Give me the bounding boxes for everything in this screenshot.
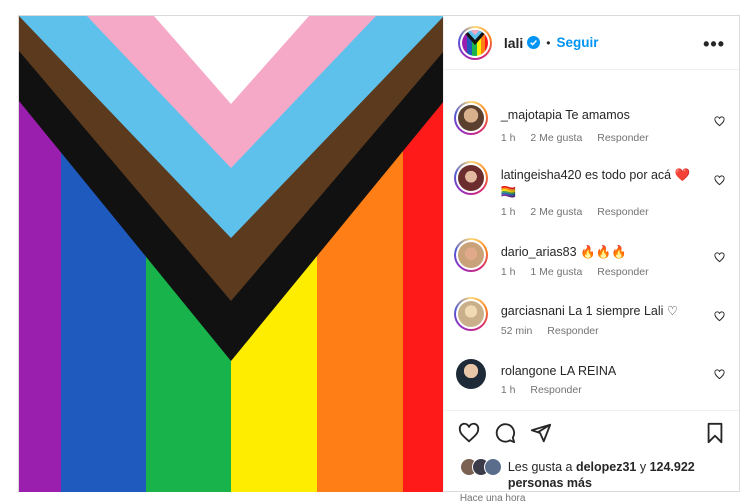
comment-username[interactable]: dario_arias83 xyxy=(501,245,577,259)
comment-username[interactable]: latingeisha420 xyxy=(501,168,582,182)
heart-icon[interactable] xyxy=(714,369,725,380)
comment-text: rolangone LA REINA xyxy=(501,363,703,380)
rainbow-avatar-icon xyxy=(461,29,488,56)
likes-text: Les gusta a delopez31 y 124.922 personas… xyxy=(508,459,718,491)
comment-likes[interactable]: 1 Me gusta xyxy=(530,266,582,278)
heart-icon[interactable] xyxy=(458,422,480,444)
likes-count[interactable]: 124.922 xyxy=(650,460,695,474)
comment-icon[interactable] xyxy=(494,422,516,444)
comment-text: _majotapia Te amamos xyxy=(501,107,703,124)
more-icon[interactable]: ••• xyxy=(703,34,725,55)
share-icon[interactable] xyxy=(530,422,552,444)
likes-middle: y xyxy=(636,460,650,474)
separator-dot: • xyxy=(546,35,551,50)
comment-meta: 1 h 2 Me gusta Responder xyxy=(501,132,661,144)
comment-time: 1 h xyxy=(500,384,516,396)
post-header: lali • Seguir ••• xyxy=(443,16,739,70)
likes-suffix[interactable]: personas más xyxy=(508,476,592,490)
liker-avatars[interactable] xyxy=(459,458,508,476)
action-bar xyxy=(443,410,739,456)
likes-prefix: Les gusta a xyxy=(507,460,576,474)
comment-time: 52 min xyxy=(500,325,533,337)
reply-button[interactable]: Responder xyxy=(597,266,648,278)
author-avatar[interactable] xyxy=(457,25,492,60)
comment-username[interactable]: rolangone xyxy=(501,364,557,378)
comment-time: 1 h xyxy=(500,266,516,278)
commenter-avatar[interactable] xyxy=(453,161,488,195)
bookmark-icon[interactable] xyxy=(704,422,726,444)
comment-body: La 1 siempre Lali ♡ xyxy=(568,304,679,318)
comment-meta: 1 h 1 Me gusta Responder xyxy=(501,266,661,278)
follow-button[interactable]: Seguir xyxy=(557,35,599,50)
post-image[interactable] xyxy=(19,16,443,492)
commenter-avatar[interactable] xyxy=(453,238,488,272)
heart-icon[interactable] xyxy=(714,311,725,322)
post-card: lali • Seguir ••• _majotapia Te amamos 1… xyxy=(18,15,740,504)
liker-avatar xyxy=(483,458,502,476)
comment-time: 1 h xyxy=(500,206,516,218)
commenter-avatar[interactable] xyxy=(453,297,488,331)
verified-icon xyxy=(527,36,541,49)
heart-icon[interactable] xyxy=(714,252,725,263)
comment-meta: 1 h Responder xyxy=(501,384,594,396)
comment-meta: 52 min Responder xyxy=(501,325,611,337)
comment-body: Te amamos xyxy=(565,108,630,122)
reply-button[interactable]: Responder xyxy=(597,132,648,144)
progress-pride-flag xyxy=(19,16,443,492)
comment-body: LA REINA xyxy=(559,364,617,378)
comment-text: garciasnani La 1 siempre Lali ♡ xyxy=(501,303,703,320)
comment-likes[interactable]: 2 Me gusta xyxy=(530,206,582,218)
comment-text: latingeisha420 es todo por acá ❤️ 🏳️‍🌈 xyxy=(501,167,703,201)
comment-username[interactable]: _majotapia xyxy=(501,108,562,122)
comment-meta: 1 h 2 Me gusta Responder xyxy=(501,206,661,218)
comment-likes[interactable]: 2 Me gusta xyxy=(530,132,582,144)
commenter-avatar[interactable] xyxy=(453,101,488,135)
reply-button[interactable]: Responder xyxy=(597,206,648,218)
comment-text: dario_arias83 🔥🔥🔥 xyxy=(501,244,703,261)
author-username[interactable]: lali xyxy=(504,35,523,51)
post-timestamp: Hace una hora xyxy=(459,493,526,504)
post-side-panel: lali • Seguir ••• _majotapia Te amamos 1… xyxy=(442,16,739,504)
comment-body: 🔥🔥🔥 xyxy=(580,245,627,259)
likes-user[interactable]: delopez31 xyxy=(576,460,636,474)
comment-username[interactable]: garciasnani xyxy=(501,304,565,318)
reply-button[interactable]: Responder xyxy=(530,384,581,396)
comment-time: 1 h xyxy=(500,132,516,144)
heart-icon[interactable] xyxy=(714,116,725,127)
heart-icon[interactable] xyxy=(714,175,725,186)
commenter-avatar[interactable] xyxy=(454,357,488,391)
reply-button[interactable]: Responder xyxy=(547,325,598,337)
